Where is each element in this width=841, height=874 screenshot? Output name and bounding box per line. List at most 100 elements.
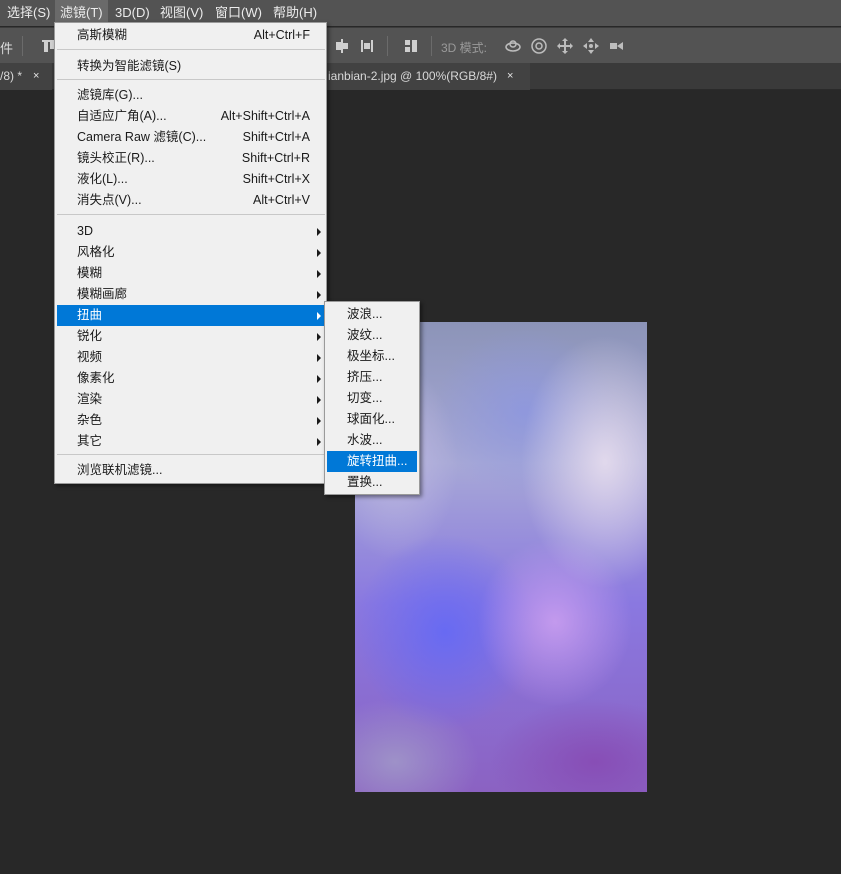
- submenu-item-pinch[interactable]: 挤压...: [327, 367, 417, 388]
- menu-item-label: 模糊: [77, 266, 103, 280]
- menu-item-label: 液化(L)...: [77, 172, 128, 186]
- menu-item-label: 模糊画廊: [77, 287, 128, 301]
- menu-separator: [57, 454, 325, 455]
- submenu-arrow-icon: [317, 417, 321, 425]
- distribute-vertical-icon[interactable]: [333, 37, 351, 55]
- menu-item-adaptive-wide-angle[interactable]: 自适应广角(A)... Alt+Shift+Ctrl+A: [57, 106, 325, 127]
- menu-item-label: 转换为智能滤镜(S): [77, 59, 182, 73]
- submenu-item-polar-coordinates[interactable]: 极坐标...: [327, 346, 417, 367]
- menu-item-video[interactable]: 视频: [57, 347, 325, 368]
- options-divider: [22, 36, 23, 56]
- menu-item-label: 置换...: [347, 475, 383, 489]
- menu-item-distort[interactable]: 扭曲: [57, 305, 325, 326]
- document-tab[interactable]: /8) * ×: [0, 63, 52, 90]
- submenu-arrow-icon: [317, 249, 321, 257]
- submenu-arrow-icon: [317, 375, 321, 383]
- menu-item-label: 滤镜库(G)...: [77, 88, 143, 102]
- menu-item-label: 风格化: [77, 245, 115, 259]
- menu-item-shortcut: Shift+Ctrl+R: [241, 151, 310, 165]
- submenu-arrow-icon: [317, 333, 321, 341]
- menu-item-label: 渲染: [77, 392, 103, 406]
- menu-item-label: 消失点(V)...: [77, 193, 142, 207]
- submenu-item-shear[interactable]: 切变...: [327, 388, 417, 409]
- menu-item-label: 3D: [77, 224, 93, 238]
- menu-item-last-filter[interactable]: 高斯模糊 Alt+Ctrl+F: [57, 25, 325, 46]
- options-divider: [387, 36, 388, 56]
- submenu-arrow-icon: [317, 270, 321, 278]
- menu-item-lens-correction[interactable]: 镜头校正(R)... Shift+Ctrl+R: [57, 148, 325, 169]
- options-divider: [431, 36, 432, 56]
- menu-item-browse-online-filters[interactable]: 浏览联机滤镜...: [57, 460, 325, 481]
- menu-separator: [57, 214, 325, 215]
- scale-3d-icon[interactable]: [608, 37, 626, 55]
- menu-item-label: 锐化: [77, 329, 103, 343]
- menu-item-3d[interactable]: 3D: [57, 221, 325, 242]
- menu-item-label: 浏览联机滤镜...: [77, 463, 163, 477]
- document-tab[interactable]: ianbian-2.jpg @ 100%(RGB/8#) ×: [300, 63, 530, 90]
- menu-item-label: 波纹...: [347, 328, 383, 342]
- menu-select[interactable]: 选择(S): [2, 0, 55, 26]
- auto-align-icon[interactable]: [402, 37, 420, 55]
- submenu-arrow-icon: [317, 396, 321, 404]
- menu-item-other[interactable]: 其它: [57, 431, 325, 452]
- menu-separator: [57, 49, 325, 50]
- submenu-arrow-icon: [317, 438, 321, 446]
- slide-3d-icon[interactable]: [582, 37, 600, 55]
- submenu-arrow-icon: [317, 354, 321, 362]
- 3d-mode-label: 3D 模式:: [441, 41, 488, 55]
- menu-item-convert-smart-filter[interactable]: 转换为智能滤镜(S): [57, 56, 325, 77]
- menu-item-stylize[interactable]: 风格化: [57, 242, 325, 263]
- tab-label: ianbian-2.jpg @ 100%(RGB/8#): [328, 69, 497, 83]
- menu-item-label: 镜头校正(R)...: [77, 151, 155, 165]
- submenu-arrow-icon: [317, 291, 321, 299]
- menu-item-noise[interactable]: 杂色: [57, 410, 325, 431]
- filter-menu: 高斯模糊 Alt+Ctrl+F 转换为智能滤镜(S) 滤镜库(G)... 自适应…: [54, 22, 327, 484]
- roll-3d-icon[interactable]: [530, 37, 548, 55]
- submenu-arrow-icon: [317, 228, 321, 236]
- menu-item-label: 极坐标...: [347, 349, 395, 363]
- menu-item-label: 其它: [77, 434, 103, 448]
- menu-item-label: 自适应广角(A)...: [77, 109, 167, 123]
- tab-close-icon[interactable]: ×: [33, 63, 39, 90]
- menu-item-filter-gallery[interactable]: 滤镜库(G)...: [57, 85, 325, 106]
- submenu-item-spherize[interactable]: 球面化...: [327, 409, 417, 430]
- menu-item-label: Camera Raw 滤镜(C)...: [77, 130, 207, 144]
- menu-item-shortcut: Alt+Ctrl+F: [253, 28, 310, 42]
- tab-close-icon[interactable]: ×: [507, 63, 513, 90]
- menu-item-label: 水波...: [347, 433, 383, 447]
- menu-item-label: 切变...: [347, 391, 383, 405]
- menu-item-blur[interactable]: 模糊: [57, 263, 325, 284]
- tab-label: /8) *: [0, 69, 23, 83]
- distort-submenu: 波浪... 波纹... 极坐标... 挤压... 切变... 球面化... 水波…: [324, 301, 420, 495]
- menu-item-label: 杂色: [77, 413, 103, 427]
- menu-item-blur-gallery[interactable]: 模糊画廊: [57, 284, 325, 305]
- submenu-item-zigzag[interactable]: 水波...: [327, 430, 417, 451]
- submenu-item-twirl[interactable]: 旋转扭曲...: [327, 451, 417, 472]
- menu-item-pixelate[interactable]: 像素化: [57, 368, 325, 389]
- pan-3d-icon[interactable]: [556, 37, 574, 55]
- menu-item-render[interactable]: 渲染: [57, 389, 325, 410]
- submenu-item-displace[interactable]: 置换...: [327, 472, 417, 493]
- submenu-item-wave[interactable]: 波浪...: [327, 304, 417, 325]
- submenu-item-ripple[interactable]: 波纹...: [327, 325, 417, 346]
- options-label: 件: [0, 41, 14, 56]
- menu-separator: [57, 79, 325, 80]
- submenu-arrow-icon: [317, 312, 321, 320]
- menu-item-shortcut: Shift+Ctrl+X: [242, 172, 310, 186]
- menu-item-shortcut: Alt+Ctrl+V: [253, 193, 310, 207]
- menu-item-sharpen[interactable]: 锐化: [57, 326, 325, 347]
- menu-item-label: 高斯模糊: [77, 28, 128, 42]
- menu-item-label: 挤压...: [347, 370, 383, 384]
- menu-item-label: 扭曲: [77, 308, 103, 322]
- menu-item-label: 像素化: [77, 371, 115, 385]
- menu-item-camera-raw[interactable]: Camera Raw 滤镜(C)... Shift+Ctrl+A: [57, 127, 325, 148]
- orbit-3d-icon[interactable]: [504, 37, 522, 55]
- menu-item-shortcut: Shift+Ctrl+A: [242, 130, 310, 144]
- menu-item-vanishing-point[interactable]: 消失点(V)... Alt+Ctrl+V: [57, 190, 325, 211]
- menu-item-label: 球面化...: [347, 412, 395, 426]
- menu-item-liquify[interactable]: 液化(L)... Shift+Ctrl+X: [57, 169, 325, 190]
- menu-item-shortcut: Alt+Shift+Ctrl+A: [220, 109, 310, 123]
- distribute-horizontal-icon[interactable]: [358, 37, 376, 55]
- menu-item-label: 旋转扭曲...: [347, 454, 408, 468]
- photoshop-window: 选择(S) 滤镜(T) 3D(D) 视图(V) 窗口(W) 帮助(H) 件 3D…: [0, 0, 841, 874]
